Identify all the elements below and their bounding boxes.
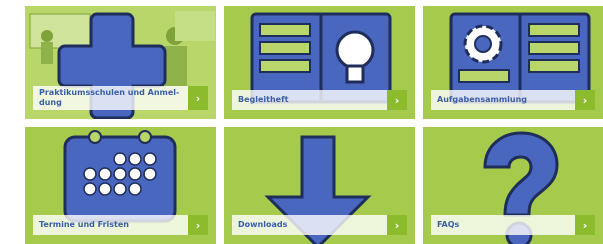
tile-grid: Praktikumsschulen und Anmel- dung › Begl… xyxy=(0,0,603,244)
tile-aufgabensammlung[interactable]: Aufgabensammlung › xyxy=(423,6,603,119)
tile-label-bar: Downloads › xyxy=(232,215,407,235)
tile-label: Aufgabensammlung xyxy=(437,95,528,104)
chevron-right-icon[interactable]: › xyxy=(387,215,407,235)
chevron-right-icon[interactable]: › xyxy=(575,90,595,110)
tile-label: FAQs xyxy=(437,220,460,229)
tile-label-bar: Aufgabensammlung › xyxy=(431,90,595,110)
tile-label: Begleitheft xyxy=(238,95,289,104)
tile-label-bar: Praktikumsschulen und Anmel- dung › xyxy=(33,86,208,110)
tile-label-bar: Begleitheft › xyxy=(232,90,407,110)
chevron-right-icon[interactable]: › xyxy=(188,86,208,110)
tile-label-bar: FAQs › xyxy=(431,215,595,235)
tile-faqs[interactable]: FAQs › xyxy=(423,127,603,244)
tile-label: Downloads xyxy=(238,220,288,229)
tile-label: Praktikumsschulen und Anmel- dung xyxy=(39,88,180,107)
tile-label: Termine und Fristen xyxy=(39,220,129,229)
tile-praktikumsschulen[interactable]: Praktikumsschulen und Anmel- dung › xyxy=(25,6,216,119)
chevron-right-icon[interactable]: › xyxy=(575,215,595,235)
tile-begleitheft[interactable]: Begleitheft › xyxy=(224,6,415,119)
chevron-right-icon[interactable]: › xyxy=(188,215,208,235)
tile-termine-und-fristen[interactable]: Termine und Fristen › xyxy=(25,127,216,244)
tile-downloads[interactable]: Downloads › xyxy=(224,127,415,244)
chevron-right-icon[interactable]: › xyxy=(387,90,407,110)
tile-label-bar: Termine und Fristen › xyxy=(33,215,208,235)
